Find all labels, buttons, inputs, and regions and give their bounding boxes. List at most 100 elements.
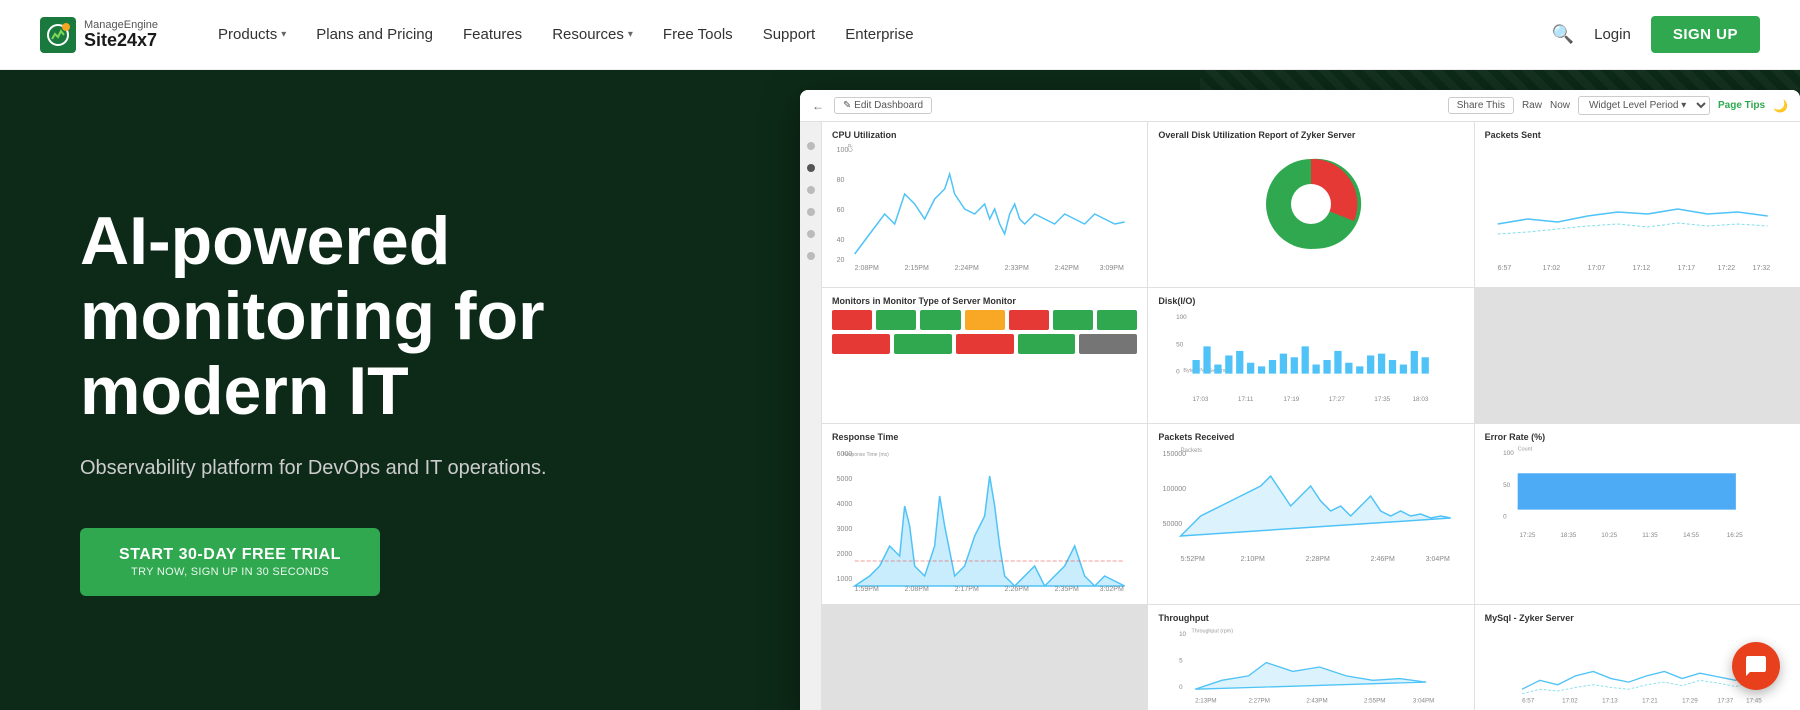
cta-button[interactable]: START 30-DAY FREE TRIAL TRY NOW, SIGN UP… bbox=[80, 528, 380, 596]
edit-dashboard-button[interactable]: ✎ Edit Dashboard bbox=[834, 97, 932, 114]
svg-text:17:13: 17:13 bbox=[1602, 698, 1618, 705]
monitor-cell bbox=[1097, 310, 1137, 330]
header-right: 🔍 Login SIGN UP bbox=[1552, 16, 1760, 53]
svg-text:2000: 2000 bbox=[837, 551, 853, 558]
svg-text:3:09PM: 3:09PM bbox=[1100, 265, 1124, 272]
svg-text:2:10PM: 2:10PM bbox=[1241, 556, 1265, 563]
page-tips-label: Page Tips bbox=[1718, 100, 1765, 111]
svg-text:17:07: 17:07 bbox=[1587, 265, 1605, 272]
svg-text:2:28PM: 2:28PM bbox=[1306, 556, 1330, 563]
svg-text:17:22: 17:22 bbox=[1717, 265, 1735, 272]
svg-text:10:25: 10:25 bbox=[1601, 532, 1617, 539]
dashboard-topbar: ← ✎ Edit Dashboard Share This Raw Now Wi… bbox=[800, 90, 1800, 122]
login-button[interactable]: Login bbox=[1594, 26, 1631, 43]
svg-text:3:04PM: 3:04PM bbox=[1413, 698, 1434, 705]
response-time-title: Response Time bbox=[832, 432, 1137, 442]
svg-text:17:02: 17:02 bbox=[1542, 265, 1560, 272]
svg-text:0: 0 bbox=[1503, 514, 1507, 521]
svg-text:20: 20 bbox=[837, 257, 845, 264]
disk-io-chart: 100 50 0 Bytes Per Second bbox=[1158, 310, 1463, 410]
hero-dashboard: ← ✎ Edit Dashboard Share This Raw Now Wi… bbox=[780, 70, 1800, 710]
nav-features[interactable]: Features bbox=[463, 26, 522, 43]
svg-text:18:03: 18:03 bbox=[1413, 396, 1429, 403]
main-nav: Products ▾ Plans and Pricing Features Re… bbox=[218, 26, 1552, 43]
svg-text:2:08PM: 2:08PM bbox=[905, 586, 929, 593]
sidebar-dot bbox=[807, 186, 815, 194]
logo-text: ManageEngine Site24x7 bbox=[84, 19, 158, 51]
period-select[interactable]: Widget Level Period ▾ bbox=[1578, 96, 1710, 115]
svg-text:5: 5 bbox=[1179, 658, 1183, 665]
svg-text:2:24PM: 2:24PM bbox=[955, 265, 979, 272]
svg-text:17:45: 17:45 bbox=[1746, 698, 1762, 705]
nav-plans-pricing[interactable]: Plans and Pricing bbox=[316, 26, 433, 43]
svg-text:18:35: 18:35 bbox=[1560, 532, 1576, 539]
signup-button[interactable]: SIGN UP bbox=[1651, 16, 1760, 53]
chevron-down-icon: ▾ bbox=[281, 29, 286, 40]
svg-text:17:03: 17:03 bbox=[1193, 396, 1209, 403]
nav-enterprise[interactable]: Enterprise bbox=[845, 26, 913, 43]
svg-text:2:15PM: 2:15PM bbox=[905, 265, 929, 272]
cpu-widget-title: CPU Utilization bbox=[832, 130, 1137, 140]
svg-text:17:25: 17:25 bbox=[1519, 532, 1535, 539]
svg-text:0: 0 bbox=[1176, 369, 1180, 376]
hero-content: AI-powered monitoring for modern IT Obse… bbox=[0, 70, 780, 710]
logo[interactable]: ManageEngine Site24x7 bbox=[40, 17, 158, 53]
svg-text:100: 100 bbox=[1176, 314, 1187, 321]
packets-sent-widget: Packets Sent 6:57 17:02 17:07 17:12 17:1… bbox=[1475, 122, 1800, 287]
monitor-cell bbox=[1053, 310, 1093, 330]
widget-grid: CPU Utilization 100 80 60 40 20 CPU Util… bbox=[822, 122, 1800, 710]
disk-overall-widget: Overall Disk Utilization Report of Zyker… bbox=[1148, 122, 1473, 287]
dashboard-sidebar bbox=[800, 122, 822, 710]
hero-title: AI-powered monitoring for modern IT bbox=[80, 204, 720, 428]
svg-text:2:43PM: 2:43PM bbox=[1307, 698, 1328, 705]
monitor-cell bbox=[920, 310, 960, 330]
svg-text:3000: 3000 bbox=[837, 526, 853, 533]
svg-text:CPU Utilization (%): CPU Utilization (%) bbox=[849, 144, 855, 152]
monitor-cell bbox=[1018, 334, 1076, 354]
sidebar-dot bbox=[807, 142, 815, 150]
sidebar-dot bbox=[807, 230, 815, 238]
svg-text:17:21: 17:21 bbox=[1642, 698, 1658, 705]
nav-resources[interactable]: Resources ▾ bbox=[552, 26, 633, 43]
svg-text:17:02: 17:02 bbox=[1562, 698, 1578, 705]
monitor-cell bbox=[832, 334, 890, 354]
svg-text:40: 40 bbox=[837, 237, 845, 244]
sidebar-dot bbox=[807, 164, 815, 172]
dashboard-back-button[interactable]: ← bbox=[812, 99, 824, 113]
throughput-title: Throughput bbox=[1158, 613, 1463, 623]
error-rate-widget: Error Rate (%) 100 50 0 Count 17:25 18:3… bbox=[1475, 424, 1800, 604]
svg-text:17:19: 17:19 bbox=[1284, 396, 1300, 403]
search-icon[interactable]: 🔍 bbox=[1552, 24, 1574, 45]
svg-text:14:55: 14:55 bbox=[1683, 532, 1699, 539]
cta-sub-label: TRY NOW, SIGN UP IN 30 SECONDS bbox=[131, 566, 329, 578]
dashboard-body: CPU Utilization 100 80 60 40 20 CPU Util… bbox=[800, 122, 1800, 710]
svg-text:5000: 5000 bbox=[837, 476, 853, 483]
nav-products[interactable]: Products ▾ bbox=[218, 26, 286, 43]
error-rate-title: Error Rate (%) bbox=[1485, 432, 1790, 442]
svg-text:17:27: 17:27 bbox=[1329, 396, 1345, 403]
monitor-grid bbox=[832, 310, 1137, 354]
now-label: Now bbox=[1550, 100, 1570, 111]
nav-support[interactable]: Support bbox=[763, 26, 816, 43]
dashboard-title-bar: ✎ Edit Dashboard bbox=[834, 97, 932, 114]
svg-text:2:27PM: 2:27PM bbox=[1249, 698, 1270, 705]
packets-sent-title: Packets Sent bbox=[1485, 130, 1790, 140]
packets-recv-title: Packets Received bbox=[1158, 432, 1463, 442]
svg-text:2:26PM: 2:26PM bbox=[1005, 586, 1029, 593]
mysql-widget-title: MySql - Zyker Server bbox=[1485, 613, 1790, 623]
response-time-widget: Response Time 6000 5000 4000 3000 2000 1… bbox=[822, 424, 1147, 604]
svg-text:50000: 50000 bbox=[1163, 521, 1183, 528]
pie-chart bbox=[1256, 149, 1366, 259]
chat-button[interactable] bbox=[1732, 642, 1780, 690]
throughput-widget: Throughput 10 5 0 Throughput (rpm) 2:13P… bbox=[1148, 605, 1473, 710]
svg-text:Packets: Packets bbox=[1181, 448, 1202, 454]
throughput-chart: 10 5 0 Throughput (rpm) 2:13PM 2:27PM 2:… bbox=[1158, 627, 1463, 707]
svg-text:6:57: 6:57 bbox=[1522, 698, 1535, 705]
hero-subtitle: Observability platform for DevOps and IT… bbox=[80, 457, 720, 480]
share-button[interactable]: Share This bbox=[1448, 97, 1514, 114]
logo-icon bbox=[40, 17, 76, 53]
monitor-type-title: Monitors in Monitor Type of Server Monit… bbox=[832, 296, 1137, 306]
monitor-row-1 bbox=[832, 310, 1137, 330]
svg-text:2:35PM: 2:35PM bbox=[1055, 586, 1079, 593]
nav-free-tools[interactable]: Free Tools bbox=[663, 26, 733, 43]
